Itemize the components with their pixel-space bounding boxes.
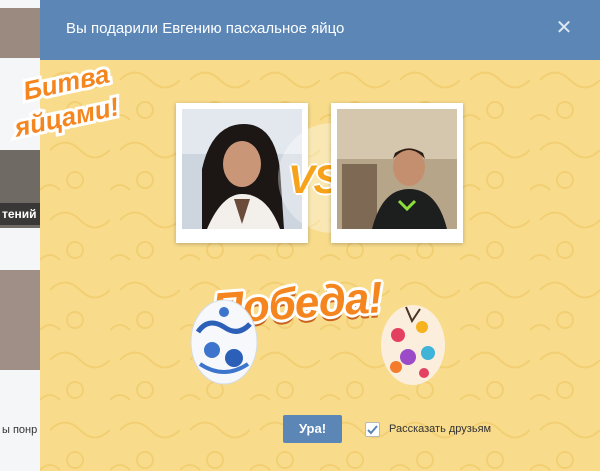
close-icon[interactable]: ✕	[553, 17, 575, 39]
hearts-egg-icon	[381, 305, 445, 385]
dialog-header: Вы подарили Евгению пасхальное яйцо ✕	[40, 0, 600, 60]
background-friend-name[interactable]: тений	[0, 203, 42, 225]
share-checkbox[interactable]	[365, 422, 380, 437]
egg-battle-promo-logo: Битва Битва яйцами! яйцами!	[7, 56, 125, 144]
share-checkbox-label[interactable]: Рассказать друзьям	[389, 423, 491, 435]
dialog-title: Вы подарили Евгению пасхальное яйцо	[66, 20, 345, 37]
ok-button[interactable]: Ура!	[283, 415, 342, 443]
recipient-portrait-image	[337, 109, 457, 229]
background-friend-photo[interactable]	[0, 270, 42, 370]
background-like-text: ы понр	[2, 424, 38, 436]
background-friend-photo[interactable]	[0, 8, 42, 58]
blue-gzhel-egg-icon	[190, 299, 258, 385]
recipient-photo	[331, 103, 463, 243]
checkmark-icon	[367, 425, 378, 435]
